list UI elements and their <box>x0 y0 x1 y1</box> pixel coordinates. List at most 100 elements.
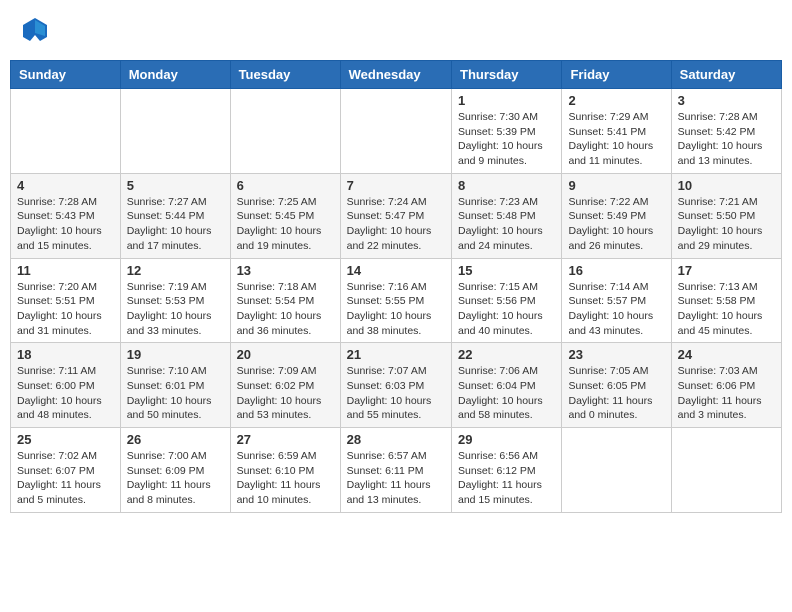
day-cell: 17 Sunrise: 7:13 AM Sunset: 5:58 PM Dayli… <box>671 258 781 343</box>
day-cell: 5 Sunrise: 7:27 AM Sunset: 5:44 PM Daylig… <box>120 173 230 258</box>
day-number: 21 <box>347 347 445 362</box>
day-cell: 27 Sunrise: 6:59 AM Sunset: 6:10 PM Dayli… <box>230 428 340 513</box>
day-number: 28 <box>347 432 445 447</box>
day-cell: 21 Sunrise: 7:07 AM Sunset: 6:03 PM Dayli… <box>340 343 451 428</box>
day-info: Sunrise: 7:24 AM Sunset: 5:47 PM Dayligh… <box>347 195 445 254</box>
logo-icon <box>20 15 50 45</box>
day-info: Sunrise: 7:10 AM Sunset: 6:01 PM Dayligh… <box>127 364 224 423</box>
day-info: Sunrise: 7:18 AM Sunset: 5:54 PM Dayligh… <box>237 280 334 339</box>
header <box>10 10 782 50</box>
day-cell: 4Sunrise: 7:28 AM Sunset: 5:43 PM Daylig… <box>11 173 121 258</box>
day-cell: 29 Sunrise: 6:56 AM Sunset: 6:12 PM Dayli… <box>452 428 562 513</box>
day-cell: 13 Sunrise: 7:18 AM Sunset: 5:54 PM Dayli… <box>230 258 340 343</box>
day-cell: 1 Sunrise: 7:30 AM Sunset: 5:39 PM Daylig… <box>452 89 562 174</box>
day-cell: 7 Sunrise: 7:24 AM Sunset: 5:47 PM Daylig… <box>340 173 451 258</box>
day-cell: 14 Sunrise: 7:16 AM Sunset: 5:55 PM Dayli… <box>340 258 451 343</box>
day-number: 19 <box>127 347 224 362</box>
day-cell: 20 Sunrise: 7:09 AM Sunset: 6:02 PM Dayli… <box>230 343 340 428</box>
day-info: Sunrise: 7:22 AM Sunset: 5:49 PM Dayligh… <box>568 195 664 254</box>
weekday-header-row: SundayMondayTuesdayWednesdayThursdayFrid… <box>11 61 782 89</box>
day-number: 27 <box>237 432 334 447</box>
day-info: Sunrise: 7:30 AM Sunset: 5:39 PM Dayligh… <box>458 110 555 169</box>
day-number: 5 <box>127 178 224 193</box>
day-number: 20 <box>237 347 334 362</box>
day-number: 13 <box>237 263 334 278</box>
day-info: Sunrise: 7:29 AM Sunset: 5:41 PM Dayligh… <box>568 110 664 169</box>
day-number: 22 <box>458 347 555 362</box>
day-number: 26 <box>127 432 224 447</box>
day-cell: 12 Sunrise: 7:19 AM Sunset: 5:53 PM Dayli… <box>120 258 230 343</box>
day-cell: 9 Sunrise: 7:22 AM Sunset: 5:49 PM Daylig… <box>562 173 671 258</box>
day-cell: 3Sunrise: 7:28 AM Sunset: 5:42 PM Daylig… <box>671 89 781 174</box>
day-info: Sunrise: 7:03 AM Sunset: 6:06 PM Dayligh… <box>678 364 775 423</box>
day-cell: 10 Sunrise: 7:21 AM Sunset: 5:50 PM Dayli… <box>671 173 781 258</box>
day-number: 2 <box>568 93 664 108</box>
day-cell: 15 Sunrise: 7:15 AM Sunset: 5:56 PM Dayli… <box>452 258 562 343</box>
day-number: 1 <box>458 93 555 108</box>
day-cell <box>671 428 781 513</box>
day-number: 6 <box>237 178 334 193</box>
day-cell <box>562 428 671 513</box>
day-info: Sunrise: 7:11 AM Sunset: 6:00 PM Dayligh… <box>17 364 114 423</box>
day-number: 25 <box>17 432 114 447</box>
week-row-3: 11 Sunrise: 7:20 AM Sunset: 5:51 PM Dayli… <box>11 258 782 343</box>
day-cell: 23Sunrise: 7:05 AM Sunset: 6:05 PM Dayli… <box>562 343 671 428</box>
week-row-4: 18 Sunrise: 7:11 AM Sunset: 6:00 PM Dayli… <box>11 343 782 428</box>
day-info: Sunrise: 7:16 AM Sunset: 5:55 PM Dayligh… <box>347 280 445 339</box>
day-info: Sunrise: 7:23 AM Sunset: 5:48 PM Dayligh… <box>458 195 555 254</box>
weekday-header-saturday: Saturday <box>671 61 781 89</box>
day-number: 10 <box>678 178 775 193</box>
day-info: Sunrise: 7:20 AM Sunset: 5:51 PM Dayligh… <box>17 280 114 339</box>
day-info: Sunrise: 7:13 AM Sunset: 5:58 PM Dayligh… <box>678 280 775 339</box>
day-info: Sunrise: 7:19 AM Sunset: 5:53 PM Dayligh… <box>127 280 224 339</box>
day-number: 18 <box>17 347 114 362</box>
day-info: Sunrise: 7:15 AM Sunset: 5:56 PM Dayligh… <box>458 280 555 339</box>
day-cell: 26 Sunrise: 7:00 AM Sunset: 6:09 PM Dayli… <box>120 428 230 513</box>
day-cell <box>120 89 230 174</box>
day-cell: 22Sunrise: 7:06 AM Sunset: 6:04 PM Dayli… <box>452 343 562 428</box>
weekday-header-tuesday: Tuesday <box>230 61 340 89</box>
day-cell: 11 Sunrise: 7:20 AM Sunset: 5:51 PM Dayli… <box>11 258 121 343</box>
day-cell <box>11 89 121 174</box>
day-number: 12 <box>127 263 224 278</box>
calendar-table: SundayMondayTuesdayWednesdayThursdayFrid… <box>10 60 782 513</box>
weekday-header-friday: Friday <box>562 61 671 89</box>
weekday-header-sunday: Sunday <box>11 61 121 89</box>
day-info: Sunrise: 7:28 AM Sunset: 5:43 PM Dayligh… <box>17 195 114 254</box>
weekday-header-wednesday: Wednesday <box>340 61 451 89</box>
day-number: 7 <box>347 178 445 193</box>
day-info: Sunrise: 7:09 AM Sunset: 6:02 PM Dayligh… <box>237 364 334 423</box>
day-info: Sunrise: 6:59 AM Sunset: 6:10 PM Dayligh… <box>237 449 334 508</box>
day-number: 8 <box>458 178 555 193</box>
weekday-header-monday: Monday <box>120 61 230 89</box>
day-cell: 25 Sunrise: 7:02 AM Sunset: 6:07 PM Dayli… <box>11 428 121 513</box>
day-cell <box>230 89 340 174</box>
day-info: Sunrise: 7:02 AM Sunset: 6:07 PM Dayligh… <box>17 449 114 508</box>
day-cell: 19 Sunrise: 7:10 AM Sunset: 6:01 PM Dayli… <box>120 343 230 428</box>
day-number: 17 <box>678 263 775 278</box>
logo <box>20 15 54 45</box>
day-number: 9 <box>568 178 664 193</box>
day-info: Sunrise: 7:07 AM Sunset: 6:03 PM Dayligh… <box>347 364 445 423</box>
day-number: 3 <box>678 93 775 108</box>
day-info: Sunrise: 6:56 AM Sunset: 6:12 PM Dayligh… <box>458 449 555 508</box>
day-info: Sunrise: 7:27 AM Sunset: 5:44 PM Dayligh… <box>127 195 224 254</box>
day-number: 14 <box>347 263 445 278</box>
weekday-header-thursday: Thursday <box>452 61 562 89</box>
day-cell: 2 Sunrise: 7:29 AM Sunset: 5:41 PM Daylig… <box>562 89 671 174</box>
day-cell: 16 Sunrise: 7:14 AM Sunset: 5:57 PM Dayli… <box>562 258 671 343</box>
day-info: Sunrise: 7:21 AM Sunset: 5:50 PM Dayligh… <box>678 195 775 254</box>
day-number: 16 <box>568 263 664 278</box>
day-number: 11 <box>17 263 114 278</box>
day-cell: 28Sunrise: 6:57 AM Sunset: 6:11 PM Dayli… <box>340 428 451 513</box>
day-cell: 18 Sunrise: 7:11 AM Sunset: 6:00 PM Dayli… <box>11 343 121 428</box>
week-row-2: 4Sunrise: 7:28 AM Sunset: 5:43 PM Daylig… <box>11 173 782 258</box>
day-info: Sunrise: 7:14 AM Sunset: 5:57 PM Dayligh… <box>568 280 664 339</box>
day-number: 15 <box>458 263 555 278</box>
day-cell: 6 Sunrise: 7:25 AM Sunset: 5:45 PM Daylig… <box>230 173 340 258</box>
day-cell <box>340 89 451 174</box>
day-number: 29 <box>458 432 555 447</box>
day-info: Sunrise: 7:00 AM Sunset: 6:09 PM Dayligh… <box>127 449 224 508</box>
week-row-5: 25 Sunrise: 7:02 AM Sunset: 6:07 PM Dayli… <box>11 428 782 513</box>
day-info: Sunrise: 7:25 AM Sunset: 5:45 PM Dayligh… <box>237 195 334 254</box>
